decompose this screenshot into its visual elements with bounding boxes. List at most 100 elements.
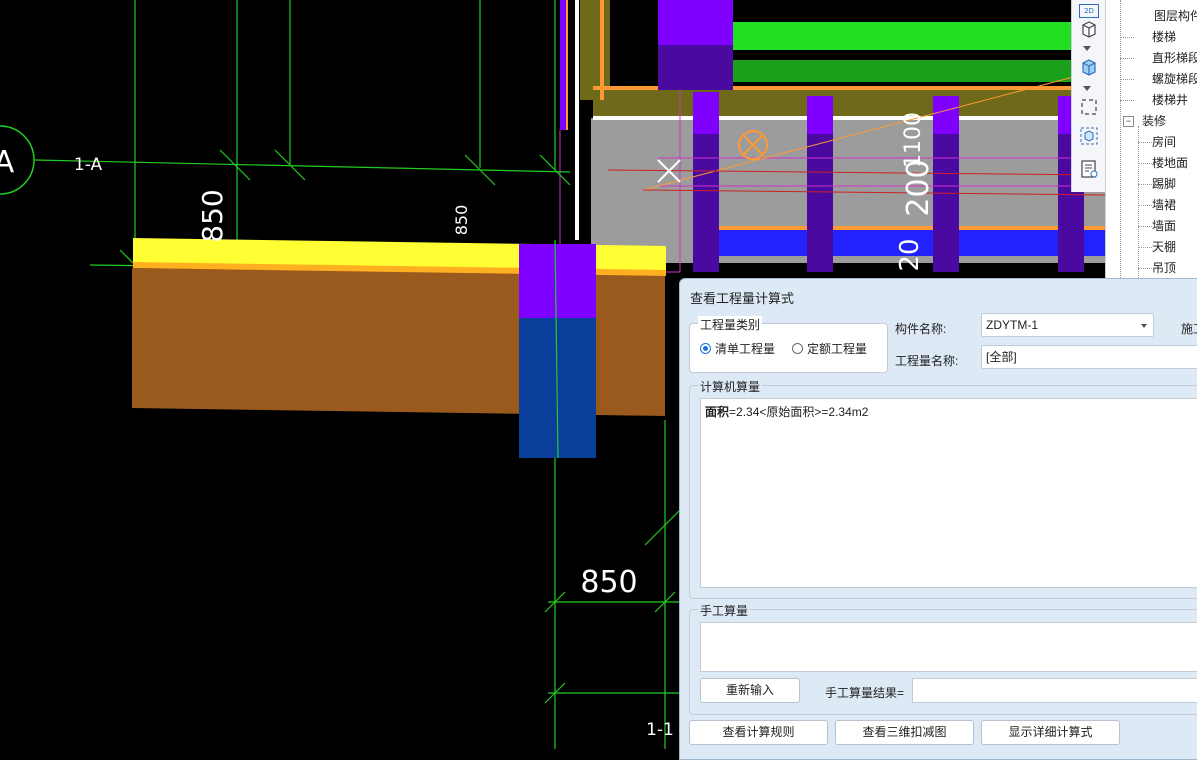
orange-line-2 [718,226,1105,230]
computer-qty-group: 计算机算量 面积=2.34<原始面积>=2.34m2 [689,378,1197,599]
tree-item-label: 装修 [1142,114,1167,128]
qty-name-select[interactable]: [全部] [981,345,1197,369]
tree-connector [1138,247,1152,248]
axis-bubble-label: A [0,145,15,180]
tree-connector [1138,142,1152,143]
green-band [733,22,1073,50]
quantity-formula-dialog: 查看工程量计算式 工程量类别 清单工程量 定额工程量 构件名称: ZDYTM-1… [679,278,1197,760]
tree-connector [1120,79,1134,80]
manual-result-field[interactable] [912,678,1197,703]
collapse-icon[interactable]: − [1123,116,1134,127]
tree-item-decoration[interactable]: 装修 [1142,111,1166,132]
radio-checked-icon [700,343,711,354]
tree-item-label: 螺旋梯段 [1152,72,1197,86]
tree-item-ceiling[interactable]: 天棚 [1152,237,1176,258]
tree-item-floor[interactable]: 楼地面 [1152,153,1188,174]
properties-icon[interactable] [1077,158,1101,180]
view-calc-rules-button[interactable]: 查看计算规则 [689,720,828,745]
radio-unchecked-icon [792,343,803,354]
tree-item-straight-flight[interactable]: 直形梯段 [1152,48,1197,69]
axis-label-top: 1-A [74,155,103,175]
tree-item-label: 楼地面 [1152,156,1189,170]
tree-connector [1120,100,1134,101]
radio-quota-qty-label: 定额工程量 [807,342,868,356]
show-detail-formula-button[interactable]: 显示详细计算式 [981,720,1120,745]
radio-list-qty-label: 清单工程量 [715,342,776,356]
tree-item-label: 房间 [1152,135,1177,149]
select-region-icon[interactable] [1077,96,1101,118]
formula-text: =2.34<原始面积>=2.34m2 [729,405,869,419]
chevron-down-icon [1141,324,1147,328]
3d-box-blue-icon[interactable] [1077,56,1101,78]
manual-textarea[interactable] [700,622,1197,672]
construction-label: 施工 [1181,322,1197,336]
tree-item-label: 图层构件 [1154,9,1197,23]
tick [644,509,681,546]
view-3d-deduction-button[interactable]: 查看三维扣减图 [835,720,974,745]
formula-bold-label: 面积 [705,405,730,419]
tree-connector [1138,184,1152,185]
qty-name-label: 工程量名称: [895,354,959,368]
dialog-title: 查看工程量计算式 [690,291,795,306]
tree-connector [1138,268,1152,269]
tree-item-room[interactable]: 房间 [1152,132,1176,153]
purple-column-top-dark [658,45,733,90]
olive-beam [593,90,1105,120]
component-name-label: 构件名称: [895,322,947,336]
dropdown-icon[interactable] [1083,86,1091,91]
tree-connector [1138,226,1152,227]
purple-post-1-top [693,92,719,134]
radio-list-qty[interactable]: 清单工程量 [700,340,775,357]
tree-guide [1120,0,1121,278]
tree-item-spiral-flight[interactable]: 螺旋梯段 [1152,69,1197,90]
btn-2d-label: 2D [1079,4,1099,18]
tree-item-label: 楼梯 [1152,30,1177,44]
tree-item-wall-surface[interactable]: 墙面 [1152,216,1176,237]
computer-qty-group-label: 计算机算量 [698,378,763,395]
qty-type-group-label: 工程量类别 [698,316,763,333]
tree-guide [1138,126,1139,278]
tree-item-skirting[interactable]: 踢脚 [1152,174,1176,195]
purple-edge [560,0,566,130]
tree-item-label: 墙裙 [1152,198,1177,212]
radio-quota-qty[interactable]: 定额工程量 [792,340,867,357]
olive-column-left [580,0,610,100]
tree-item-stairs[interactable]: 楼梯 [1152,27,1176,48]
purple-post-2-top [807,96,833,134]
component-name-value: ZDYTM-1 [986,318,1038,332]
tree-item-label: 直形梯段 [1152,51,1197,65]
tree-connector [1120,37,1134,38]
tree-item-label: 天棚 [1152,240,1177,254]
view-toolbar: 2D [1071,0,1106,192]
3d-inspect-icon[interactable] [1077,125,1101,147]
tree-connector [1120,58,1134,59]
orange-vert [600,0,604,100]
purple-column-top [658,0,733,45]
reenter-button[interactable]: 重新输入 [700,678,800,703]
tree-item-layer-components[interactable]: 图层构件 [1154,6,1197,27]
axis-label-bottom: 1-1 [646,720,674,740]
purple-post-3-top [933,96,959,134]
formula-textarea[interactable]: 面积=2.34<原始面积>=2.34m2 [700,398,1197,588]
component-name-select[interactable]: ZDYTM-1 [981,313,1154,337]
manual-qty-group: 手工算量 重新输入 手工算量结果= [689,602,1197,715]
component-tree: 图层构件 楼梯 直形梯段 螺旋梯段 楼梯井 − 装修 房间 楼地面 踢脚 墙裙 … [1105,0,1197,278]
dim-vert-3: 20 [895,238,925,271]
green-band-2 [733,60,1073,82]
tree-item-suspended-ceiling[interactable]: 吊顶 [1152,258,1176,278]
dim-bottom: 850 [580,565,637,600]
tree-connector [1138,205,1152,206]
tree-item-label: 吊顶 [1152,261,1177,275]
qty-name-value: [全部] [986,350,1017,364]
dim-vert-2: 200 [901,159,936,216]
dim-left: 850 [196,189,229,242]
axis-line-h [34,159,571,173]
tree-item-label: 楼梯井 [1152,93,1189,107]
dim-top-mid: 850 [452,205,471,236]
qty-type-group: 工程量类别 清单工程量 定额工程量 [689,316,888,373]
dropdown-icon[interactable] [1083,46,1091,51]
3d-box-icon[interactable] [1077,18,1101,40]
tree-item-dado[interactable]: 墙裙 [1152,195,1176,216]
tree-item-stairwell[interactable]: 楼梯井 [1152,90,1188,111]
white-line [575,0,579,240]
